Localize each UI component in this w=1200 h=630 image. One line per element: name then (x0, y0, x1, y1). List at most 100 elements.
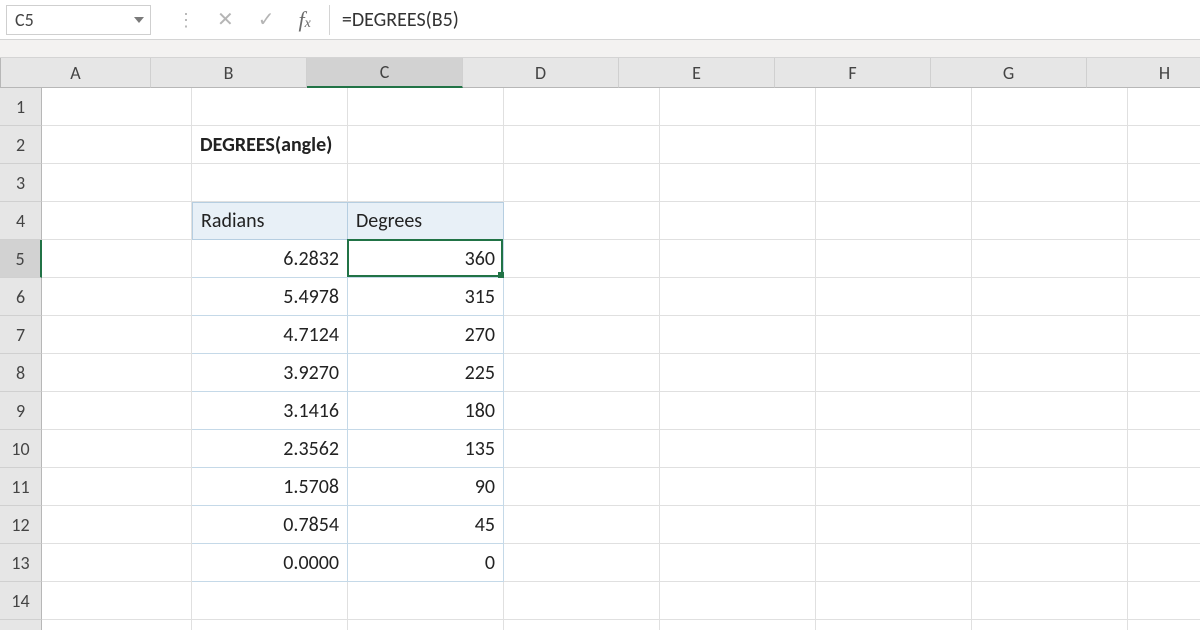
cell-E10[interactable] (660, 430, 816, 468)
cell-D10[interactable] (504, 430, 660, 468)
row-header-4[interactable]: 4 (0, 202, 42, 240)
col-header-D[interactable]: D (463, 58, 619, 88)
cell-E6[interactable] (660, 278, 816, 316)
cell-F11[interactable] (816, 468, 972, 506)
cell-E14[interactable] (660, 582, 816, 620)
cell-degrees-1[interactable]: 315 (348, 278, 504, 316)
cell-E13[interactable] (660, 544, 816, 582)
cell-degrees-0[interactable]: 360 (348, 240, 504, 278)
row-header-2[interactable]: 2 (0, 126, 42, 164)
cell-radians-4[interactable]: 3.1416 (192, 392, 348, 430)
cell-H3[interactable] (1128, 164, 1200, 202)
cell-E8[interactable] (660, 354, 816, 392)
row-header-6[interactable]: 6 (0, 278, 42, 316)
cell-E1[interactable] (660, 88, 816, 126)
cell-E11[interactable] (660, 468, 816, 506)
cell-D2[interactable] (504, 126, 660, 164)
table-header-degrees[interactable]: Degrees (348, 202, 504, 240)
cell-A9[interactable] (42, 392, 192, 430)
cell-F7[interactable] (816, 316, 972, 354)
cell-degrees-3[interactable]: 225 (348, 354, 504, 392)
cancel-icon[interactable]: ✕ (217, 10, 234, 30)
cell-D4[interactable] (504, 202, 660, 240)
cell-F8[interactable] (816, 354, 972, 392)
cell-H14[interactable] (1128, 582, 1200, 620)
row-header-5[interactable]: 5 (0, 240, 42, 278)
cell-C2[interactable] (348, 126, 504, 164)
cell-A14[interactable] (42, 582, 192, 620)
col-header-B[interactable]: B (151, 58, 307, 88)
cell-H10[interactable] (1128, 430, 1200, 468)
cell-D11[interactable] (504, 468, 660, 506)
select-all-corner[interactable] (0, 58, 1, 88)
cell-H12[interactable] (1128, 506, 1200, 544)
cell-radians-5[interactable]: 2.3562 (192, 430, 348, 468)
cell-H5[interactable] (1128, 240, 1200, 278)
col-header-E[interactable]: E (619, 58, 775, 88)
cell-G10[interactable] (972, 430, 1128, 468)
cell-H6[interactable] (1128, 278, 1200, 316)
cell-F3[interactable] (816, 164, 972, 202)
cell-C3[interactable] (348, 164, 504, 202)
row-header-9[interactable]: 9 (0, 392, 42, 430)
cell-D3[interactable] (504, 164, 660, 202)
cell-D13[interactable] (504, 544, 660, 582)
cell-A3[interactable] (42, 164, 192, 202)
cell-F6[interactable] (816, 278, 972, 316)
cell-A5[interactable] (42, 240, 192, 278)
table-header-radians[interactable]: Radians (192, 202, 348, 240)
row-header-15[interactable]: 15 (0, 620, 42, 630)
cell-G8[interactable] (972, 354, 1128, 392)
cell-A12[interactable] (42, 506, 192, 544)
cell-D8[interactable] (504, 354, 660, 392)
cell-H15[interactable] (1128, 620, 1200, 630)
cell-H11[interactable] (1128, 468, 1200, 506)
cell-D12[interactable] (504, 506, 660, 544)
cell-C15[interactable] (348, 620, 504, 630)
cell-E2[interactable] (660, 126, 816, 164)
cell-H7[interactable] (1128, 316, 1200, 354)
title-cell[interactable]: DEGREES(angle) (192, 126, 348, 164)
col-header-H[interactable]: H (1087, 58, 1200, 88)
cell-D7[interactable] (504, 316, 660, 354)
cell-F13[interactable] (816, 544, 972, 582)
cell-F1[interactable] (816, 88, 972, 126)
cell-A10[interactable] (42, 430, 192, 468)
cell-degrees-7[interactable]: 45 (348, 506, 504, 544)
cell-A6[interactable] (42, 278, 192, 316)
cell-radians-1[interactable]: 5.4978 (192, 278, 348, 316)
cell-A13[interactable] (42, 544, 192, 582)
cell-H4[interactable] (1128, 202, 1200, 240)
formula-input[interactable]: =DEGREES(B5) (329, 5, 1194, 35)
cell-F4[interactable] (816, 202, 972, 240)
chevron-down-icon[interactable] (134, 17, 144, 23)
cell-D9[interactable] (504, 392, 660, 430)
row-header-10[interactable]: 10 (0, 430, 42, 468)
cell-H13[interactable] (1128, 544, 1200, 582)
name-box[interactable]: C5 (6, 5, 151, 35)
row-header-1[interactable]: 1 (0, 88, 42, 126)
cell-G9[interactable] (972, 392, 1128, 430)
cell-D6[interactable] (504, 278, 660, 316)
cell-G2[interactable] (972, 126, 1128, 164)
cell-E5[interactable] (660, 240, 816, 278)
cell-A4[interactable] (42, 202, 192, 240)
cell-C1[interactable] (348, 88, 504, 126)
cell-F15[interactable] (816, 620, 972, 630)
col-header-A[interactable]: A (1, 58, 151, 88)
cell-H2[interactable] (1128, 126, 1200, 164)
cell-radians-6[interactable]: 1.5708 (192, 468, 348, 506)
cell-D14[interactable] (504, 582, 660, 620)
cell-degrees-2[interactable]: 270 (348, 316, 504, 354)
cell-B14[interactable] (192, 582, 348, 620)
cell-E9[interactable] (660, 392, 816, 430)
cell-G5[interactable] (972, 240, 1128, 278)
cell-B1[interactable] (192, 88, 348, 126)
cell-radians-0[interactable]: 6.2832 (192, 240, 348, 278)
cell-A8[interactable] (42, 354, 192, 392)
cell-F5[interactable] (816, 240, 972, 278)
row-header-8[interactable]: 8 (0, 354, 42, 392)
cell-E3[interactable] (660, 164, 816, 202)
cell-G13[interactable] (972, 544, 1128, 582)
cell-F9[interactable] (816, 392, 972, 430)
